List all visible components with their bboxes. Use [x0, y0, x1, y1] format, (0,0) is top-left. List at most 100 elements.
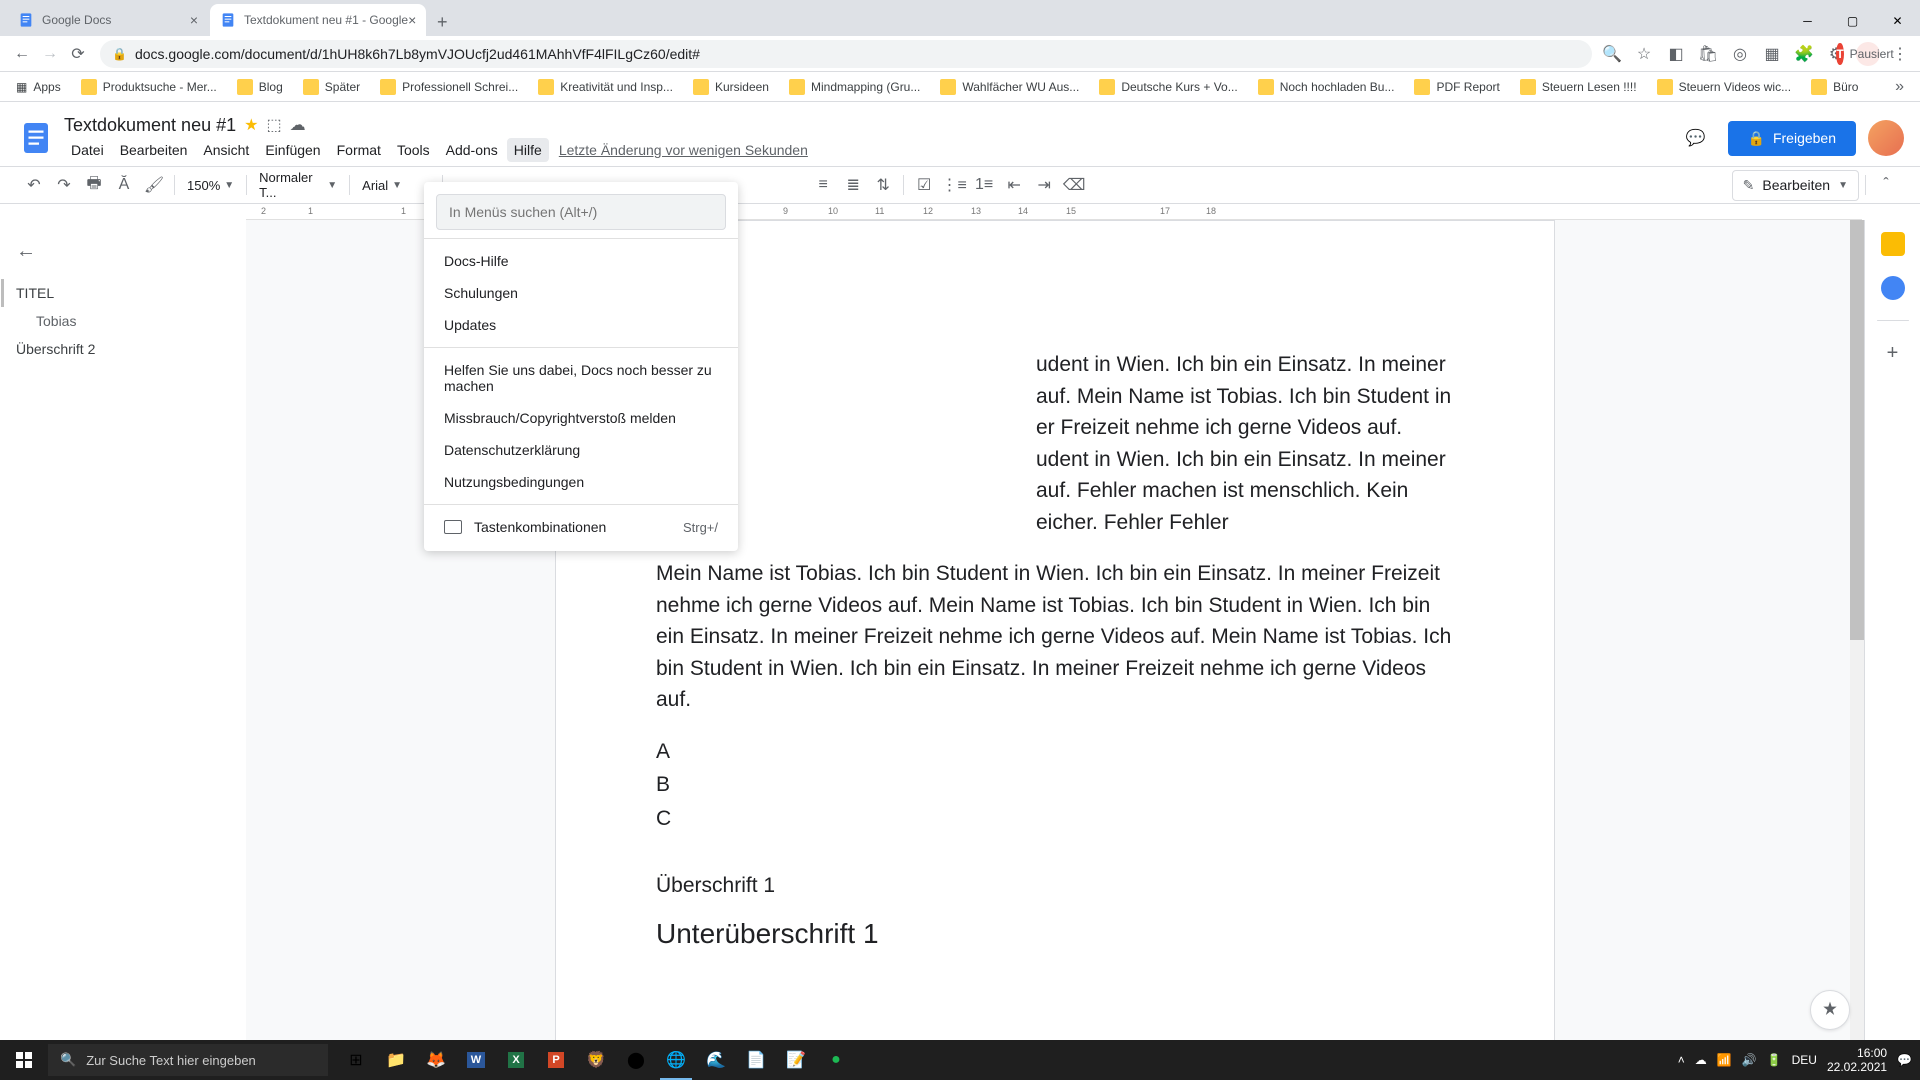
outline-item[interactable]: Überschrift 2: [16, 335, 230, 363]
bookmark-item[interactable]: Kreativität und Insp...: [530, 75, 681, 99]
last-edit-link[interactable]: Letzte Änderung vor wenigen Sekunden: [559, 138, 808, 162]
tray-battery-icon[interactable]: 🔋: [1767, 1053, 1782, 1067]
outline-back-button[interactable]: ←: [16, 240, 230, 263]
menu-help[interactable]: Hilfe: [507, 138, 549, 162]
new-tab-button[interactable]: +: [428, 8, 456, 36]
reload-button[interactable]: ⟳: [64, 40, 92, 68]
browser-tab[interactable]: Textdokument neu #1 - Google ×: [210, 4, 426, 36]
extension-icon[interactable]: 🛍: [1696, 42, 1720, 66]
tray-chevron-icon[interactable]: ˄: [1678, 1053, 1685, 1067]
outline-item[interactable]: Tobias: [16, 307, 230, 335]
help-keyboard-shortcuts[interactable]: Tastenkombinationen Strg+/: [424, 511, 738, 543]
bookmark-item[interactable]: Professionell Schrei...: [372, 75, 526, 99]
help-docs-help[interactable]: Docs-Hilfe: [424, 245, 738, 277]
help-privacy[interactable]: Datenschutzerklärung: [424, 434, 738, 466]
menu-format[interactable]: Format: [330, 138, 388, 162]
numbered-list-button[interactable]: 1≡: [970, 171, 998, 199]
bookmark-item[interactable]: PDF Report: [1406, 75, 1507, 99]
checklist-button[interactable]: ☑: [910, 171, 938, 199]
menu-search-field[interactable]: [436, 194, 726, 230]
taskbar-app[interactable]: 📝: [776, 1040, 816, 1080]
extension-icon[interactable]: ◎: [1728, 42, 1752, 66]
cloud-icon[interactable]: ☁: [290, 115, 306, 135]
edit-mode-select[interactable]: ✎ Bearbeiten ▼: [1732, 170, 1859, 201]
taskbar-app[interactable]: 📄: [736, 1040, 776, 1080]
start-button[interactable]: [0, 1040, 48, 1080]
undo-button[interactable]: ↶: [20, 171, 48, 199]
taskbar-app-excel[interactable]: X: [496, 1040, 536, 1080]
back-button[interactable]: ←: [8, 40, 36, 68]
apps-button[interactable]: ▦Apps: [8, 76, 69, 98]
bookmark-item[interactable]: Blog: [229, 75, 291, 99]
help-terms[interactable]: Nutzungsbedingungen: [424, 466, 738, 498]
bookmarks-overflow[interactable]: »: [1887, 78, 1912, 96]
browser-tab[interactable]: Google Docs ×: [8, 4, 208, 36]
scrollbar-track[interactable]: [1850, 220, 1864, 1040]
share-button[interactable]: 🔒 Freigeben: [1728, 121, 1856, 156]
menu-tools[interactable]: Tools: [390, 138, 437, 162]
extensions-button[interactable]: 🧩: [1792, 42, 1816, 66]
indent-decrease-button[interactable]: ⇤: [1000, 171, 1028, 199]
align-button[interactable]: ≣: [839, 171, 867, 199]
bookmark-item[interactable]: Steuern Lesen !!!!: [1512, 75, 1645, 99]
help-report[interactable]: Missbrauch/Copyrightverstoß melden: [424, 402, 738, 434]
bullet-list-button[interactable]: ⋮≡: [940, 171, 968, 199]
taskbar-app-word[interactable]: W: [456, 1040, 496, 1080]
tray-language[interactable]: DEU: [1792, 1053, 1817, 1067]
tray-notifications-icon[interactable]: 💬: [1897, 1053, 1912, 1067]
system-tray[interactable]: ˄ ☁ 📶 🔊 🔋 DEU 16:00 22.02.2021 💬: [1678, 1046, 1920, 1075]
url-field[interactable]: 🔒 docs.google.com/document/d/1hUH8k6h7Lb…: [100, 40, 1592, 68]
explore-button[interactable]: [1810, 990, 1850, 1030]
spellcheck-button[interactable]: Ă: [110, 171, 138, 199]
taskbar-app-edge[interactable]: 🌊: [696, 1040, 736, 1080]
bookmark-item[interactable]: Büro: [1803, 75, 1866, 99]
forward-button[interactable]: →: [36, 40, 64, 68]
bookmark-item[interactable]: Steuern Videos wic...: [1649, 75, 1800, 99]
help-updates[interactable]: Updates: [424, 309, 738, 341]
taskbar-search[interactable]: 🔍 Zur Suche Text hier eingeben: [48, 1044, 328, 1076]
outline-item[interactable]: TITEL: [1, 279, 230, 307]
extension-icon[interactable]: ▦: [1760, 42, 1784, 66]
menu-addons[interactable]: Add-ons: [439, 138, 505, 162]
taskbar-app-explorer[interactable]: 📁: [376, 1040, 416, 1080]
minimize-button[interactable]: ─: [1785, 6, 1830, 36]
taskbar-app[interactable]: 🦊: [416, 1040, 456, 1080]
paint-format-button[interactable]: 🖌: [140, 171, 168, 199]
taskbar-app-powerpoint[interactable]: P: [536, 1040, 576, 1080]
menu-search-input[interactable]: [449, 204, 713, 220]
scrollbar-thumb[interactable]: [1850, 220, 1864, 640]
taskbar-app-spotify[interactable]: ●: [816, 1040, 856, 1080]
star-icon[interactable]: ★: [244, 115, 258, 135]
style-select[interactable]: Normaler T...▼: [253, 170, 343, 200]
tray-volume-icon[interactable]: 🔊: [1742, 1053, 1757, 1067]
redo-button[interactable]: ↷: [50, 171, 78, 199]
close-icon[interactable]: ×: [190, 12, 198, 28]
close-window-button[interactable]: ✕: [1875, 6, 1920, 36]
account-avatar[interactable]: [1868, 120, 1904, 156]
print-button[interactable]: 🖶: [80, 171, 108, 199]
help-training[interactable]: Schulungen: [424, 277, 738, 309]
menu-view[interactable]: Ansicht: [196, 138, 256, 162]
comments-button[interactable]: 💬: [1676, 118, 1716, 158]
move-icon[interactable]: ⬚: [266, 115, 281, 135]
zoom-icon[interactable]: 🔍: [1600, 42, 1624, 66]
indent-increase-button[interactable]: ⇥: [1030, 171, 1058, 199]
tray-cloud-icon[interactable]: ☁: [1695, 1053, 1707, 1067]
add-panel-button[interactable]: +: [1881, 341, 1905, 365]
taskbar-app-obs[interactable]: ⬤: [616, 1040, 656, 1080]
maximize-button[interactable]: ▢: [1830, 6, 1875, 36]
bookmark-item[interactable]: Wahlfächer WU Aus...: [932, 75, 1087, 99]
zoom-select[interactable]: 150%▼: [181, 178, 240, 193]
extension-icon[interactable]: ◧: [1664, 42, 1688, 66]
help-improve[interactable]: Helfen Sie uns dabei, Docs noch besser z…: [424, 354, 738, 402]
taskbar-app-chrome[interactable]: 🌐: [656, 1040, 696, 1080]
bookmark-item[interactable]: Produktsuche - Mer...: [73, 75, 225, 99]
bookmark-item[interactable]: Noch hochladen Bu...: [1250, 75, 1403, 99]
tasks-icon[interactable]: [1881, 276, 1905, 300]
bookmark-item[interactable]: Später: [295, 75, 368, 99]
collapse-button[interactable]: ˆ: [1872, 171, 1900, 199]
bookmark-item[interactable]: Mindmapping (Gru...: [781, 75, 928, 99]
bookmark-item[interactable]: Kursideen: [685, 75, 777, 99]
menu-edit[interactable]: Bearbeiten: [113, 138, 195, 162]
document-title[interactable]: Textdokument neu #1: [64, 115, 236, 136]
